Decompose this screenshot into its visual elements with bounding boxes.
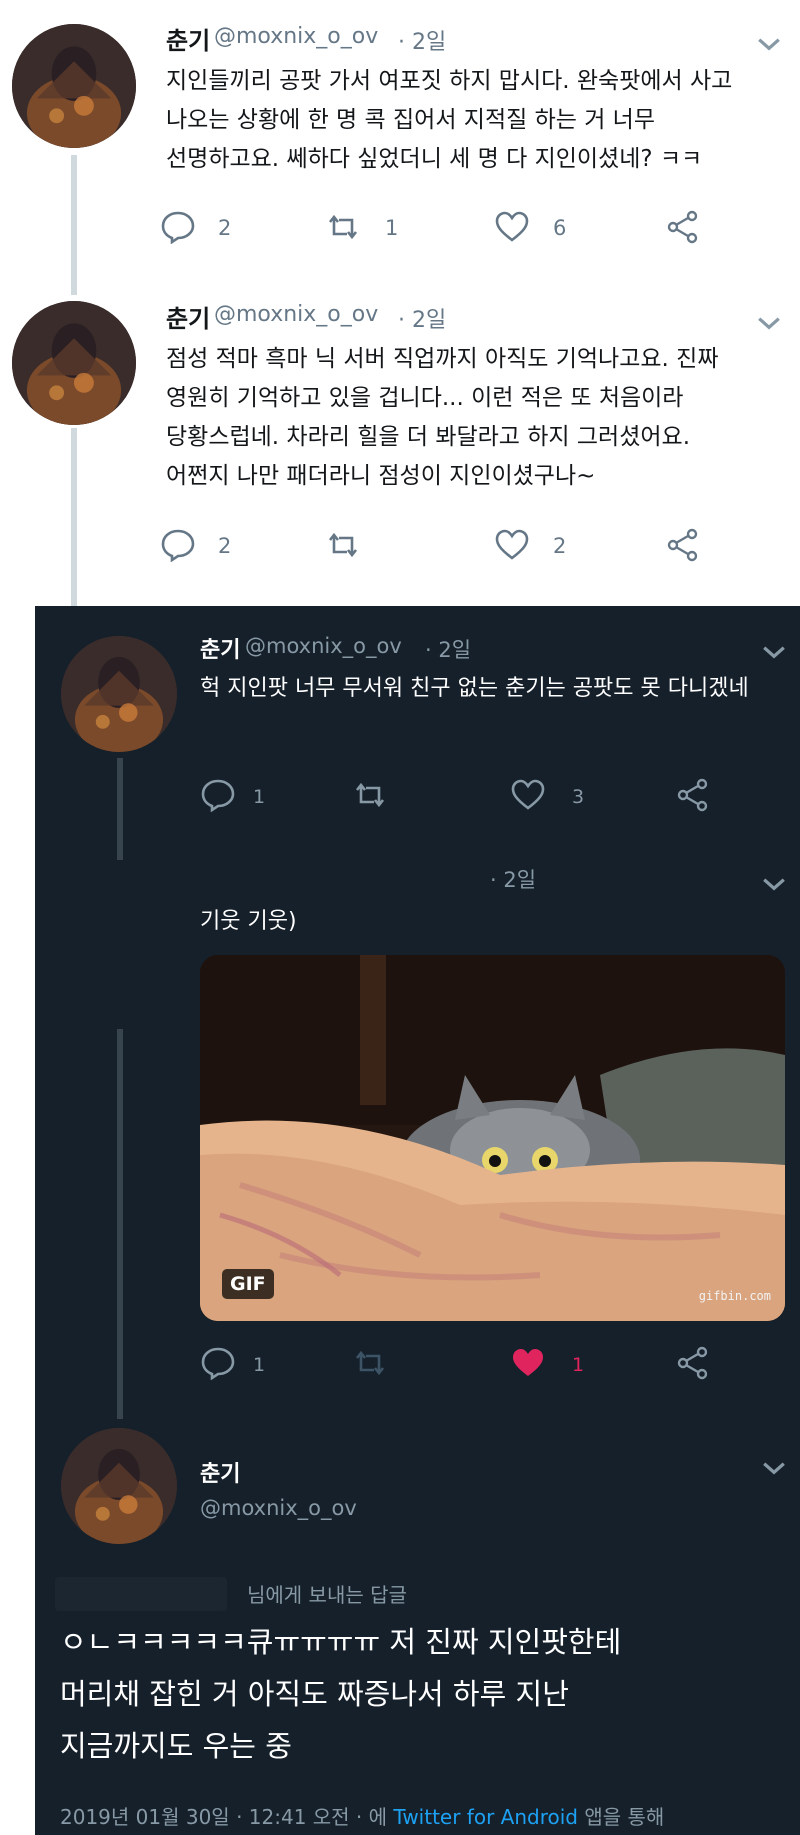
- reply-icon[interactable]: [200, 778, 236, 812]
- author-handle[interactable]: @moxnix_o_ov: [200, 1496, 357, 1520]
- share-icon[interactable]: [665, 528, 701, 562]
- reply-icon[interactable]: [160, 528, 196, 562]
- redacted-username: [55, 1577, 227, 1611]
- tweet-text: 점성 적마 흑마 닉 서버 직업까지 아직도 기억나고요. 진짜 영원히 기억하…: [166, 340, 718, 496]
- main-tweet-text: ㅇㄴㅋㅋㅋㅋㅋ큐ㅠㅠㅠㅠ 저 진짜 지인팟한테 머리채 잡힌 거 아직도 짜증나…: [60, 1616, 780, 1772]
- chevron-down-icon[interactable]: [761, 874, 787, 894]
- chevron-down-icon[interactable]: [756, 34, 782, 54]
- author-handle[interactable]: @moxnix_o_ov: [214, 24, 378, 49]
- tweet-text: 헉 지인팟 너무 무서워 친구 없는 춘기는 공팟도 못 다니겠네: [200, 676, 749, 701]
- tweet-time[interactable]: · 2일: [490, 864, 536, 894]
- tweet-text: 지인들끼리 공팟 가서 여포짓 하지 맙시다. 완숙팟에서 사고 나오는 상황에…: [166, 62, 732, 179]
- avatar[interactable]: [61, 1428, 177, 1544]
- retweet-icon[interactable]: [325, 528, 361, 562]
- retweet-icon[interactable]: [325, 210, 361, 244]
- like-count: 1: [572, 1354, 585, 1376]
- light-timeline: 춘기 @moxnix_o_ov · 2일 지인들끼리 공팟 가서 여포짓 하지 …: [0, 0, 800, 606]
- chevron-down-icon[interactable]: [756, 313, 782, 333]
- reply-count: 2: [218, 534, 232, 558]
- tweet-time[interactable]: · 2일: [398, 302, 446, 334]
- gif-watermark: gifbin.com: [698, 1289, 771, 1303]
- retweet-count: 1: [385, 216, 399, 240]
- retweet-icon[interactable]: [352, 778, 388, 812]
- author-name[interactable]: 춘기: [200, 1456, 240, 1488]
- thread-line: [71, 428, 77, 606]
- like-icon[interactable]: [510, 1346, 546, 1380]
- author-handle[interactable]: @moxnix_o_ov: [245, 634, 402, 658]
- like-count: 2: [553, 534, 567, 558]
- author-handle[interactable]: @moxnix_o_ov: [214, 302, 378, 327]
- share-icon[interactable]: [675, 1346, 711, 1380]
- like-icon[interactable]: [510, 778, 546, 812]
- tweet-text-line: 지인들끼리 공팟 가서 여포짓 하지 맙시다. 완숙팟에서 사고: [166, 68, 733, 94]
- tweet-text-line: 선명하고요. 쎄하다 싶었더니 세 명 다 지인이셨네? ㅋㅋ: [166, 146, 703, 172]
- reply-count: 1: [253, 1354, 266, 1376]
- tweet-text-line: 지금까지도 우는 중: [60, 1729, 292, 1763]
- avatar[interactable]: [12, 301, 136, 425]
- gif-badge: GIF: [222, 1269, 274, 1299]
- like-count: 3: [572, 786, 585, 808]
- gif-media[interactable]: GIF gifbin.com: [200, 955, 785, 1321]
- tweet-text: 기웃 기웃): [200, 909, 297, 934]
- share-icon[interactable]: [675, 778, 711, 812]
- tweet-text-line: 영원히 기억하고 있을 겁니다... 이런 적은 또 처음이라: [166, 385, 684, 411]
- tweet-text-line: 어쩐지 나만 패더라니 점성이 지인이셨구나~: [166, 463, 596, 489]
- tweet-text-line: 머리채 잡힌 거 아직도 짜증나서 하루 지난: [60, 1677, 569, 1711]
- tweet-text-line: ㅇㄴㅋㅋㅋㅋㅋ큐ㅠㅠㅠㅠ 저 진짜 지인팟한테: [60, 1625, 622, 1659]
- chevron-down-icon[interactable]: [761, 642, 787, 662]
- chevron-down-icon[interactable]: [761, 1458, 787, 1478]
- tweet-timestamp[interactable]: 2019년 01월 30일 · 12:41 오전 · 에: [60, 1805, 387, 1829]
- author-name[interactable]: 춘기: [200, 632, 240, 664]
- source-suffix: 앱을 통해: [584, 1805, 665, 1829]
- tweet-time[interactable]: · 2일: [398, 24, 446, 56]
- retweet-icon[interactable]: [352, 1346, 388, 1380]
- thread-line: [117, 758, 123, 860]
- reply-to-label[interactable]: 님에게 보내는 답글: [247, 1579, 407, 1608]
- reply-icon[interactable]: [200, 1346, 236, 1380]
- like-icon[interactable]: [494, 528, 530, 562]
- tweet-text-line: 당황스럽네. 차라리 힐을 더 봐달라고 하지 그러셨어요.: [166, 424, 691, 450]
- author-name[interactable]: 춘기: [166, 21, 210, 56]
- source-app-link[interactable]: Twitter for Android: [393, 1805, 578, 1829]
- thread-line: [71, 155, 77, 295]
- author-name[interactable]: 춘기: [166, 299, 210, 334]
- dark-timeline: 춘기 @moxnix_o_ov · 2일 헉 지인팟 너무 무서워 친구 없는 …: [35, 606, 800, 1835]
- reply-icon[interactable]: [160, 210, 196, 244]
- tweet-time[interactable]: · 2일: [425, 634, 471, 664]
- share-icon[interactable]: [665, 210, 701, 244]
- tweet-text-line: 나오는 상황에 한 명 콕 집어서 지적질 하는 거 너무: [166, 107, 655, 133]
- tweet-meta: 2019년 01월 30일 · 12:41 오전 · 에 Twitter for…: [60, 1801, 664, 1830]
- thread-line: [117, 1029, 123, 1419]
- avatar[interactable]: [12, 24, 136, 148]
- avatar[interactable]: [61, 636, 177, 752]
- reply-count: 1: [253, 786, 266, 808]
- like-count: 6: [553, 216, 567, 240]
- tweet-text-line: 점성 적마 흑마 닉 서버 직업까지 아직도 기억나고요. 진짜: [166, 346, 719, 372]
- reply-count: 2: [218, 216, 232, 240]
- like-icon[interactable]: [494, 210, 530, 244]
